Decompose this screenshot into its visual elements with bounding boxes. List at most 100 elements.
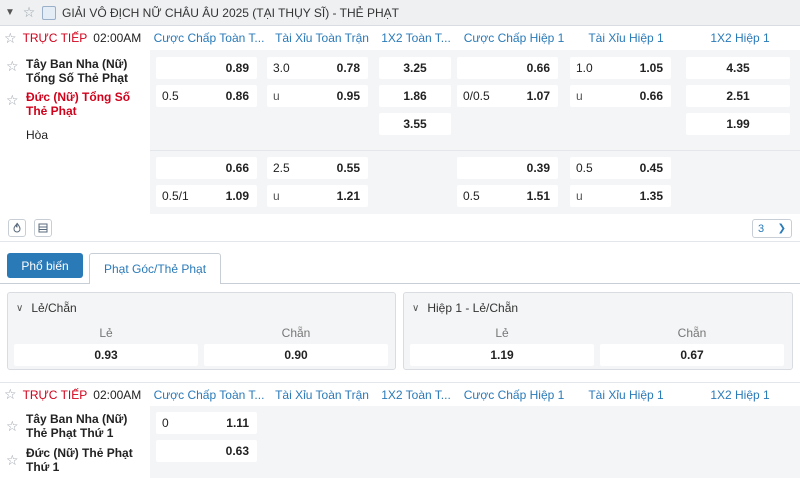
hdp-home-odds: 0.89 bbox=[225, 61, 249, 75]
match-time: 02:00AM bbox=[93, 387, 142, 402]
list-button[interactable] bbox=[34, 219, 52, 237]
tab-underline bbox=[0, 283, 89, 284]
match2-odds-grid: 0 1.11 0.63 bbox=[150, 406, 800, 478]
away-team: Đức (Nữ) Tổng Số Thẻ Phạt bbox=[26, 90, 131, 118]
live-label: TRỰC TIẾP bbox=[22, 387, 88, 402]
alt-h1-ou-under-odds: 1.35 bbox=[639, 189, 663, 203]
odds-cell[interactable]: u 1.35 bbox=[570, 185, 671, 207]
favorite-star-icon[interactable]: ☆ bbox=[6, 452, 19, 469]
tab-popular[interactable]: Phổ biến bbox=[7, 253, 83, 278]
col-1x2-h1: 1X2 Hiệp 1 bbox=[710, 388, 770, 402]
hdp-away-odds: 0.63 bbox=[225, 444, 249, 458]
star-icon[interactable]: ☆ bbox=[20, 4, 38, 21]
odds-cell[interactable]: 0.5/1 1.09 bbox=[156, 185, 257, 207]
hdp-away-odds: 0.86 bbox=[225, 89, 249, 103]
market-tabs-area: Phổ biến Phạt Góc/Thẻ Phạt ∨ Lẻ/Chẵn Lẻ … bbox=[0, 243, 800, 378]
star-icon[interactable]: ☆ bbox=[4, 386, 17, 403]
col-ou-ft: Tài Xỉu Toàn Trận bbox=[275, 388, 369, 402]
col-1x2-ft: 1X2 Toàn T... bbox=[381, 388, 451, 402]
col-hdp-ft: Cược Chấp Toàn T... bbox=[153, 31, 265, 45]
col-ou-h1: Tài Xỉu Hiệp 1 bbox=[588, 31, 664, 45]
odds-cell[interactable]: 0.66 bbox=[457, 57, 558, 79]
odds-cell[interactable]: 0 1.11 bbox=[156, 412, 257, 434]
even-odds[interactable]: 0.90 bbox=[204, 344, 388, 366]
odds-cell[interactable]: 0.5 0.86 bbox=[156, 85, 257, 107]
odds-cell[interactable]: 0.5 1.51 bbox=[457, 185, 558, 207]
col-ou-h1: Tài Xỉu Hiệp 1 bbox=[588, 388, 664, 402]
chevron-down-icon[interactable]: ∨ bbox=[412, 303, 419, 314]
favorite-star-icon[interactable]: ☆ bbox=[6, 58, 19, 75]
odds-cell[interactable]: 1.0 1.05 bbox=[570, 57, 671, 79]
odds-cell[interactable]: 0.66 bbox=[156, 157, 257, 179]
match1-odds-grid: 0.89 3.0 0.78 3.25 0.66 1.0 1.05 4.35 0.… bbox=[150, 50, 800, 214]
h1-ou-under-label: u bbox=[576, 89, 583, 103]
odds-cell[interactable]: u 0.95 bbox=[267, 85, 368, 107]
odds-cell[interactable]: 0.63 bbox=[156, 440, 257, 462]
odds-cell[interactable]: 2.5 0.55 bbox=[267, 157, 368, 179]
x12-draw-odds: 3.55 bbox=[403, 117, 427, 131]
h1-hdp-line: 0/0.5 bbox=[463, 89, 490, 103]
panel-title: Lẻ/Chẵn bbox=[31, 301, 77, 315]
odds-cell[interactable]: 3.0 0.78 bbox=[267, 57, 368, 79]
favorite-star-icon[interactable]: ☆ bbox=[6, 418, 19, 435]
alt-h1-ou-over-odds: 0.45 bbox=[639, 161, 663, 175]
alt-hdp-line: 0.5/1 bbox=[162, 189, 189, 203]
col-1x2-ft: 1X2 Toàn T... bbox=[381, 31, 451, 45]
stats-button[interactable] bbox=[8, 219, 26, 237]
col-1x2-h1: 1X2 Hiệp 1 bbox=[710, 31, 770, 45]
star-icon[interactable]: ☆ bbox=[4, 30, 17, 47]
tab-corners-cards[interactable]: Phạt Góc/Thẻ Phạt bbox=[89, 253, 221, 284]
hdp-line: 0 bbox=[162, 416, 169, 430]
odd-label: Lẻ bbox=[99, 326, 113, 340]
odd-odds[interactable]: 1.19 bbox=[410, 344, 594, 366]
hdp-home-odds: 1.11 bbox=[226, 416, 249, 430]
odds-cell[interactable]: 0.89 bbox=[156, 57, 257, 79]
odds-cell[interactable]: 0.39 bbox=[457, 157, 558, 179]
alt-ou-under-label: u bbox=[273, 189, 280, 203]
col-hdp-ft: Cược Chấp Toàn T... bbox=[153, 388, 265, 402]
fire-icon bbox=[13, 222, 21, 233]
odds-cell[interactable]: 3.55 bbox=[379, 113, 451, 135]
odd-label: Lẻ bbox=[495, 326, 509, 340]
odds-cell[interactable]: 4.35 bbox=[686, 57, 790, 79]
more-markets-count: 3 bbox=[758, 222, 765, 235]
alt-h1-hdp-home-odds: 0.39 bbox=[526, 161, 550, 175]
market-header-row: ☆ TRỰC TIẾP 02:00AM Cược Chấp Toàn T... … bbox=[0, 382, 800, 406]
match-time: 02:00AM bbox=[93, 31, 142, 45]
ou-under-label: u bbox=[273, 89, 280, 103]
more-markets-button[interactable]: 3 ❯ bbox=[752, 219, 792, 238]
match-tools-row: 3 ❯ bbox=[0, 214, 800, 242]
odds-cell[interactable]: u 0.66 bbox=[570, 85, 671, 107]
chevron-right-icon: ❯ bbox=[777, 223, 786, 234]
h1-odd-even-panel: ∨ Hiệp 1 - Lẻ/Chẵn Lẻ Chẵn 1.19 0.67 bbox=[403, 292, 793, 370]
col-hdp-h1: Cược Chấp Hiệp 1 bbox=[463, 31, 565, 45]
chevron-down-icon[interactable]: ▼ bbox=[0, 7, 20, 18]
alt-h1-hdp-away-odds: 1.51 bbox=[526, 189, 550, 203]
ou-under-odds: 0.95 bbox=[336, 89, 360, 103]
odds-cell[interactable]: 3.25 bbox=[379, 57, 451, 79]
odds-cell[interactable]: 1.99 bbox=[686, 113, 790, 135]
h1-ou-over-odds: 1.05 bbox=[639, 61, 663, 75]
alt-hdp-away-odds: 1.09 bbox=[225, 189, 249, 203]
odds-cell[interactable]: u 1.21 bbox=[267, 185, 368, 207]
away-team: Đức (Nữ) Thẻ Phạt Thứ 1 bbox=[26, 446, 133, 474]
hdp-line: 0.5 bbox=[162, 89, 179, 103]
list-icon bbox=[38, 223, 48, 233]
alt-ou-over-odds: 0.55 bbox=[336, 161, 360, 175]
odds-cell[interactable]: 2.51 bbox=[686, 85, 790, 107]
odds-cell[interactable]: 0/0.5 1.07 bbox=[457, 85, 558, 107]
h1-x12-draw-odds: 1.99 bbox=[726, 117, 750, 131]
market-header-row: ☆ TRỰC TIẾP 02:00AM Cược Chấp Toàn T... … bbox=[0, 26, 800, 50]
odds-cell[interactable]: 0.5 0.45 bbox=[570, 157, 671, 179]
alt-hdp-home-odds: 0.66 bbox=[225, 161, 249, 175]
alt-h1-ou-under-label: u bbox=[576, 189, 583, 203]
x12-home-odds: 3.25 bbox=[403, 61, 427, 75]
h1-hdp-home-odds: 0.66 bbox=[526, 61, 550, 75]
odds-cell[interactable]: 1.86 bbox=[379, 85, 451, 107]
favorite-star-icon[interactable]: ☆ bbox=[6, 92, 19, 109]
even-odds[interactable]: 0.67 bbox=[600, 344, 784, 366]
league-header[interactable]: ▼ ☆ GIẢI VÔ ĐỊCH NỮ CHÂU ÂU 2025 (TẠI TH… bbox=[0, 0, 800, 26]
league-name: GIẢI VÔ ĐỊCH NỮ CHÂU ÂU 2025 (TẠI THỤY S… bbox=[62, 5, 399, 20]
odd-odds[interactable]: 0.93 bbox=[14, 344, 198, 366]
chevron-down-icon[interactable]: ∨ bbox=[16, 303, 23, 314]
